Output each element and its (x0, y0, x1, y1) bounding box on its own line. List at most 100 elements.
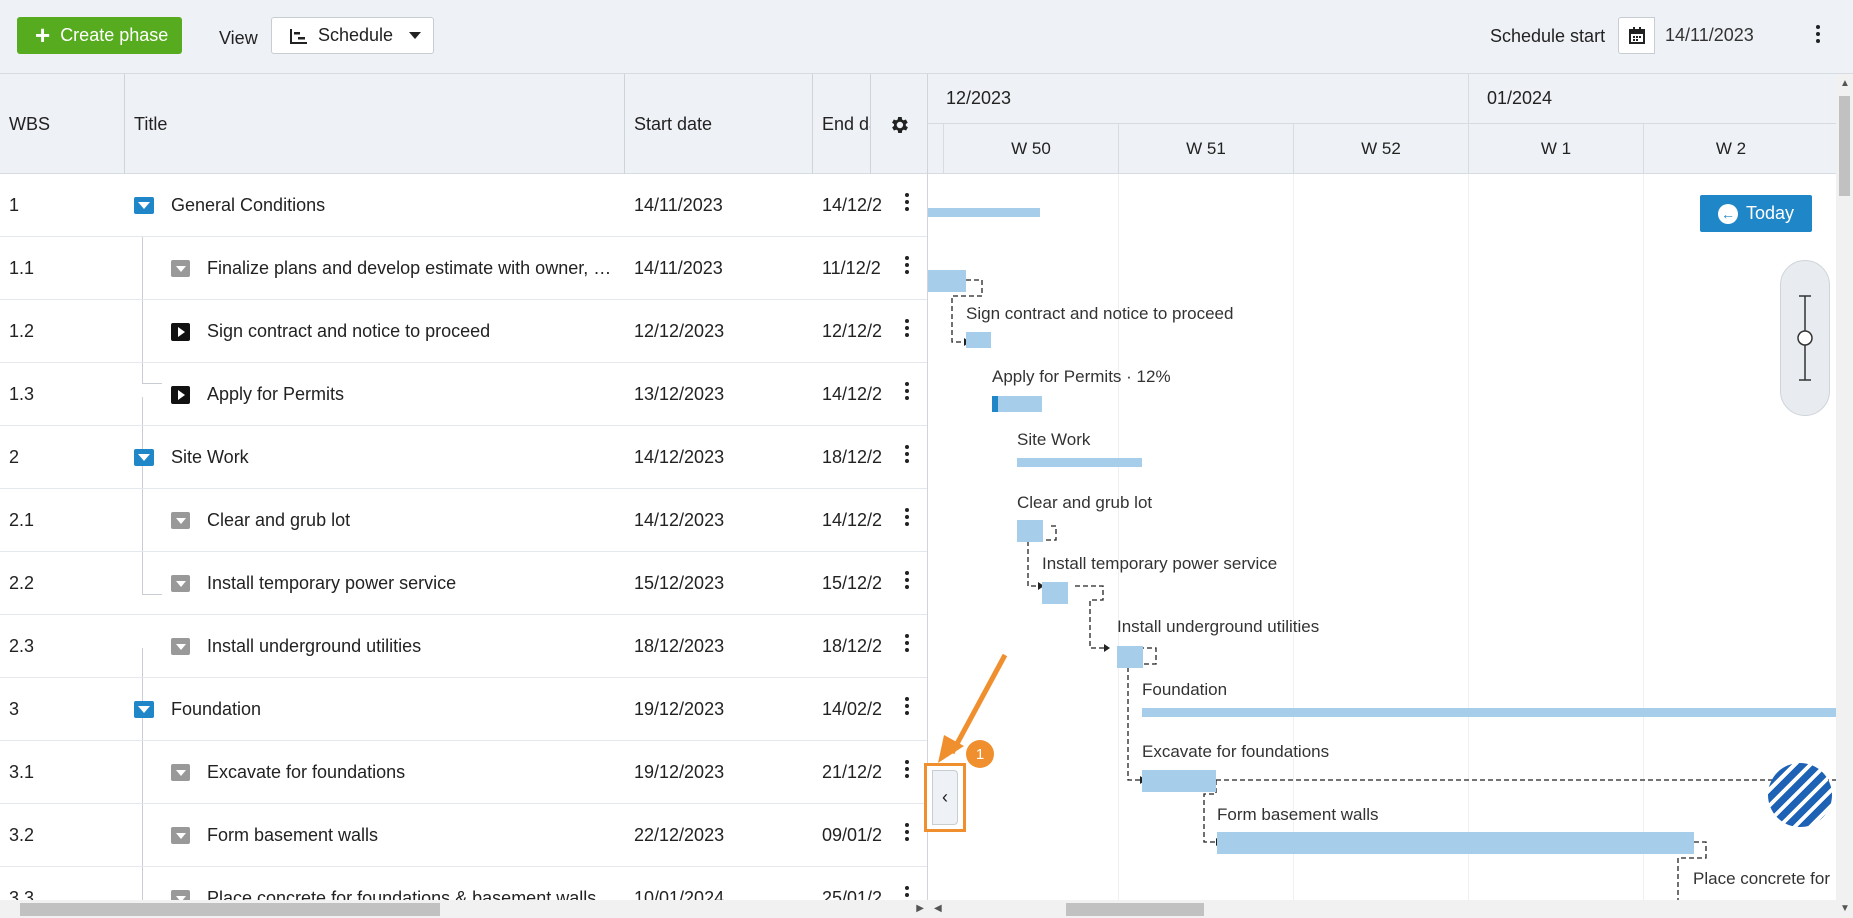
table-row[interactable]: 1.3 Apply for Permits 13/12/2023 14/12/2 (0, 363, 927, 426)
row-menu-icon[interactable] (902, 757, 912, 787)
table-row[interactable]: 1 General Conditions 14/11/2023 14/12/2 (0, 174, 927, 237)
task-bar[interactable] (966, 332, 991, 348)
row-menu-icon[interactable] (902, 190, 912, 220)
view-select[interactable]: Schedule (271, 17, 434, 54)
task-toggle-icon[interactable] (171, 638, 190, 655)
title-text: General Conditions (171, 195, 326, 215)
title-text: Install temporary power service (207, 573, 457, 593)
more-options-icon[interactable] (1812, 22, 1824, 50)
scroll-left-icon[interactable]: ◀ (934, 903, 942, 914)
task-bar[interactable] (1017, 520, 1043, 542)
scroll-down-icon[interactable]: ▼ (1840, 903, 1850, 914)
task-bar[interactable] (928, 270, 966, 292)
title-cell[interactable]: Place concrete for foundations & basemen… (171, 867, 616, 904)
row-menu-icon[interactable] (902, 379, 912, 409)
start-date-cell: 18/12/2023 (634, 636, 725, 656)
table-row[interactable]: 3 Foundation 19/12/2023 14/02/2 (0, 678, 927, 741)
table-row[interactable]: 3.1 Excavate for foundations 19/12/2023 21/… (0, 741, 927, 804)
play-icon[interactable] (171, 322, 190, 341)
collapse-toggle-icon[interactable] (134, 197, 154, 214)
task-toggle-icon[interactable] (171, 512, 190, 529)
end-date-cell: 11/12/2 (822, 258, 881, 278)
title-cell[interactable]: Install temporary power service (171, 552, 616, 615)
zoom-slider-track (1797, 295, 1813, 381)
row-menu-icon[interactable] (902, 820, 912, 850)
progress-fill (992, 396, 998, 412)
column-header-end-date[interactable]: End da (812, 74, 870, 174)
row-menu-icon[interactable] (902, 505, 912, 535)
column-header-wbs[interactable]: WBS (0, 74, 124, 174)
create-phase-button[interactable]: + Create phase (17, 17, 182, 54)
summary-bar[interactable] (1017, 458, 1142, 467)
table-row[interactable]: 1.2 Sign contract and notice to proceed 12… (0, 300, 927, 363)
row-menu-icon[interactable] (902, 253, 912, 283)
vertical-scrollbar[interactable]: ▲ ▼ (1836, 74, 1853, 918)
view-label: View (219, 28, 258, 48)
title-cell[interactable]: Site Work (134, 426, 616, 489)
task-toggle-icon[interactable] (171, 764, 190, 781)
title-cell[interactable]: Clear and grub lot (171, 489, 616, 552)
title-cell[interactable]: General Conditions (134, 174, 616, 237)
title-cell[interactable]: Foundation (134, 678, 616, 741)
task-bar[interactable] (1117, 646, 1143, 668)
task-bar[interactable] (1042, 582, 1068, 604)
chevron-left-icon: ‹ (932, 770, 958, 825)
summary-bar[interactable] (1142, 708, 1836, 717)
start-date-cell: 22/12/2023 (634, 825, 725, 845)
table-row[interactable]: 3.3 Place concrete for foundations & base… (0, 867, 927, 904)
table-row[interactable]: 2.1 Clear and grub lot 14/12/2023 14/12/2 (0, 489, 927, 552)
task-grid: WBS Title Start date End da 1 General Con… (0, 74, 928, 904)
scroll-right-icon[interactable]: ▶ (916, 903, 924, 914)
table-row[interactable]: 2.2 Install temporary power service 15/12/… (0, 552, 927, 615)
schedule-start-date[interactable]: 14/11/2023 (1655, 17, 1800, 54)
title-cell[interactable]: Excavate for foundations (171, 741, 616, 804)
scroll-thumb[interactable] (1839, 96, 1850, 196)
task-bar[interactable] (1142, 770, 1216, 792)
zoom-slider[interactable] (1780, 260, 1830, 416)
row-menu-icon[interactable] (902, 568, 912, 598)
summary-bar[interactable] (928, 208, 1040, 217)
title-cell[interactable]: Finalize plans and develop estimate with… (171, 237, 616, 300)
start-date-cell: 13/12/2023 (634, 384, 725, 404)
title-cell[interactable]: Install underground utilities (171, 615, 616, 678)
end-date-cell: 25/01/2 (822, 888, 883, 904)
task-toggle-icon[interactable] (171, 575, 190, 592)
title-cell[interactable]: Apply for Permits (171, 363, 616, 426)
wbs-cell: 2.1 (9, 510, 35, 530)
today-button[interactable]: ← Today (1700, 195, 1812, 232)
row-menu-icon[interactable] (902, 631, 912, 661)
gear-icon[interactable] (888, 114, 910, 136)
wbs-cell: 1.3 (9, 384, 35, 404)
calendar-button[interactable] (1618, 17, 1655, 54)
table-row[interactable]: 1.1 Finalize plans and develop estimate w… (0, 237, 927, 300)
grid-horizontal-scrollbar[interactable]: ▶ (0, 900, 928, 918)
end-date-cell: 14/02/2 (822, 699, 883, 719)
row-menu-icon[interactable] (902, 694, 912, 724)
title-cell[interactable]: Sign contract and notice to proceed (171, 300, 616, 363)
play-icon[interactable] (171, 385, 190, 404)
column-header-title[interactable]: Title (124, 74, 624, 174)
bar-label: Excavate for foundations (1142, 742, 1330, 761)
wbs-cell: 3.1 (9, 762, 35, 782)
table-row[interactable]: 3.2 Form basement walls 22/12/2023 09/01/2 (0, 804, 927, 867)
start-date-cell: 14/11/2023 (634, 258, 723, 278)
scroll-thumb[interactable] (1066, 903, 1204, 916)
wbs-cell: 1.2 (9, 321, 35, 341)
scroll-thumb[interactable] (20, 903, 440, 916)
task-toggle-icon[interactable] (171, 827, 190, 844)
task-bar[interactable] (1217, 832, 1694, 854)
title-cell[interactable]: Form basement walls (171, 804, 616, 867)
collapse-toggle-icon[interactable] (134, 701, 154, 718)
scroll-up-icon[interactable]: ▲ (1840, 78, 1850, 89)
bar-label: Site Work (1017, 430, 1091, 449)
row-menu-icon[interactable] (902, 316, 912, 346)
table-row[interactable]: 2 Site Work 14/12/2023 18/12/2 (0, 426, 927, 489)
row-menu-icon[interactable] (902, 442, 912, 472)
task-toggle-icon[interactable] (171, 260, 190, 277)
gantt-horizontal-scrollbar[interactable]: ◀ (928, 900, 1836, 918)
table-row[interactable]: 2.3 Install underground utilities 18/12/20… (0, 615, 927, 678)
collapse-toggle-icon[interactable] (134, 449, 154, 466)
task-bar-permits[interactable] (992, 396, 1042, 412)
bar-label: Install underground utilities (1117, 617, 1320, 636)
column-header-start-date[interactable]: Start date (624, 74, 812, 174)
